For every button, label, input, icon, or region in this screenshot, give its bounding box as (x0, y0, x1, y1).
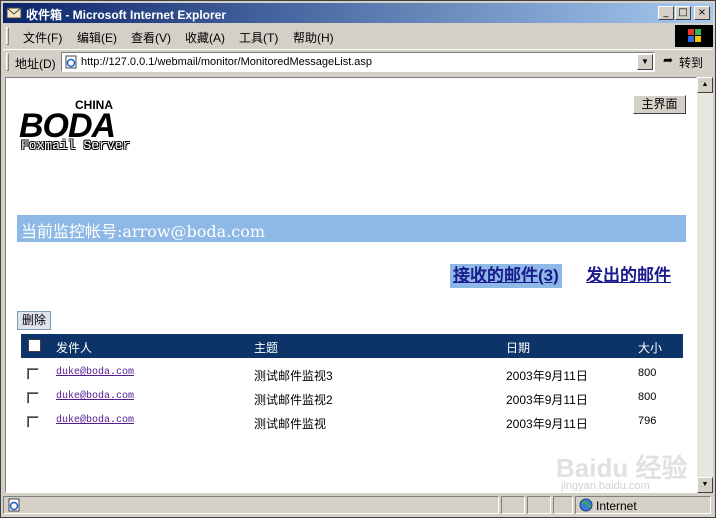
status-cell (527, 496, 551, 514)
subject-cell: 测试邮件监视3 (254, 369, 333, 383)
header-sender: 发件人 (56, 341, 93, 355)
menu-tools[interactable]: 工具(T) (239, 29, 278, 46)
watermark-url: jingyan.baidu.com (561, 480, 650, 492)
scroll-up-button[interactable]: ▲ (697, 77, 713, 93)
window-title: 收件箱 - Microsoft Internet Explorer (26, 8, 227, 22)
close-button[interactable]: × (694, 6, 710, 20)
address-dropdown-button[interactable]: ▼ (637, 54, 653, 70)
status-cell (501, 496, 525, 514)
size-cell: 800 (638, 391, 657, 403)
size-cell: 796 (638, 415, 657, 427)
page-viewport: CHINA BODA Foxmail Server 主界面 当前监控帐号:arr… (5, 77, 697, 493)
table-row: duke@boda.com 测试邮件监视2 2003年9月11日 800 (21, 386, 683, 410)
header-date: 日期 (506, 341, 531, 355)
ie-page-icon (65, 55, 77, 69)
sender-link[interactable]: duke@boda.com (56, 367, 134, 378)
menu-edit[interactable]: 编辑(E) (77, 29, 117, 46)
go-button[interactable]: ➦ 转到 (661, 53, 711, 71)
account-banner: 当前监控帐号:arrow@boda.com (17, 215, 686, 242)
subject-cell: 测试邮件监视 (254, 417, 327, 431)
title-bar: 收件箱 - Microsoft Internet Explorer _ □ × (3, 3, 713, 23)
table-row: duke@boda.com 测试邮件监视3 2003年9月11日 800 (21, 362, 683, 386)
zone-label: Internet (596, 499, 637, 513)
tab-received-mail[interactable]: 接收的邮件(3) (450, 264, 562, 288)
table-header: 发件人 主题 日期 大小 (21, 334, 683, 358)
address-bar: 地址(D) ▼ ➦ 转到 (3, 49, 713, 73)
scroll-down-button[interactable]: ▼ (697, 477, 713, 493)
home-button[interactable]: 主界面 (633, 95, 686, 114)
header-size: 大小 (638, 341, 663, 355)
sender-link[interactable]: duke@boda.com (56, 391, 134, 402)
status-zone: Internet (575, 496, 711, 514)
mailbox-app-icon (6, 7, 22, 19)
address-field[interactable]: ▼ (61, 52, 655, 72)
subject-cell: 测试邮件监视2 (254, 393, 333, 407)
toolbar-grip[interactable] (6, 27, 9, 45)
menu-help[interactable]: 帮助(H) (293, 29, 334, 46)
browser-window: 收件箱 - Microsoft Internet Explorer _ □ × … (0, 0, 716, 518)
status-bar: Internet (3, 495, 713, 515)
menu-view[interactable]: 查看(V) (131, 29, 171, 46)
date-cell: 2003年9月11日 (506, 393, 588, 407)
header-subject: 主题 (254, 341, 279, 355)
page-done-icon (8, 498, 20, 512)
table-row: duke@boda.com 测试邮件监视 2003年9月11日 796 (21, 410, 683, 434)
status-cell (553, 496, 573, 514)
row-checkbox[interactable] (27, 392, 39, 404)
menu-favorites[interactable]: 收藏(A) (185, 29, 225, 46)
minimize-button[interactable]: _ (658, 6, 674, 20)
go-label: 转到 (679, 56, 704, 70)
row-checkbox[interactable] (27, 368, 39, 380)
size-cell: 800 (638, 367, 657, 379)
menu-file[interactable]: 文件(F) (23, 29, 62, 46)
windows-logo-icon (675, 25, 713, 47)
globe-icon (579, 498, 593, 512)
account-label: 当前监控帐号:arrow@boda.com (21, 222, 266, 241)
toolbar-grip[interactable] (6, 53, 9, 71)
select-all-checkbox[interactable] (28, 339, 41, 352)
date-cell: 2003年9月11日 (506, 369, 588, 383)
vertical-scrollbar[interactable]: ▲ ▼ (697, 77, 713, 493)
go-arrow-icon: ➦ (663, 53, 674, 67)
maximize-button[interactable]: □ (675, 6, 691, 20)
date-cell: 2003年9月11日 (506, 417, 588, 431)
tab-sent-mail[interactable]: 发出的邮件 (586, 264, 671, 288)
logo-subtitle: Foxmail Server (21, 138, 131, 153)
status-main (3, 496, 499, 514)
sender-link[interactable]: duke@boda.com (56, 415, 134, 426)
url-input[interactable] (81, 55, 631, 69)
menu-bar: 文件(F) 编辑(E) 查看(V) 收藏(A) 工具(T) 帮助(H) (3, 25, 713, 47)
address-label: 地址(D) (15, 57, 56, 71)
row-checkbox[interactable] (27, 416, 39, 428)
delete-button[interactable]: 删除 (17, 311, 51, 330)
